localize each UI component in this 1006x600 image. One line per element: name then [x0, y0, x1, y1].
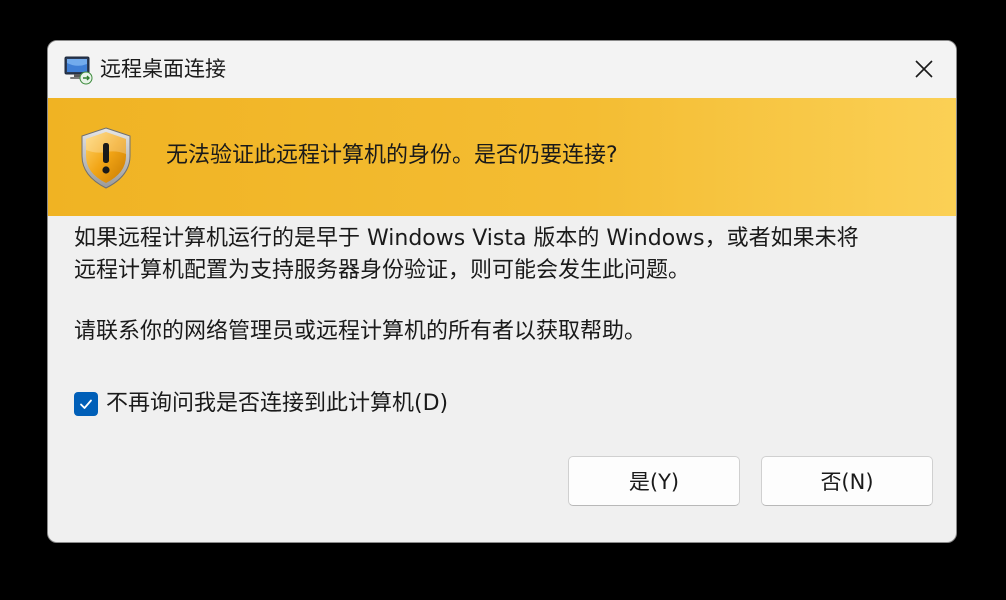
warning-banner: 无法验证此远程计算机的身份。是否仍要连接? [48, 98, 956, 216]
explanation-line-1: 如果远程计算机运行的是早于 Windows Vista 版本的 Windows，… [74, 226, 859, 251]
window-title: 远程桌面连接 [100, 57, 226, 81]
warning-shield-icon [78, 126, 134, 190]
remote-desktop-icon [62, 54, 94, 86]
dont-ask-again-option[interactable]: 不再询问我是否连接到此计算机(D) [74, 389, 448, 419]
no-button[interactable]: 否(N) [761, 456, 933, 506]
help-paragraph: 请联系你的网络管理员或远程计算机的所有者以获取帮助。 [74, 319, 647, 344]
dont-ask-again-label: 不再询问我是否连接到此计算机(D) [106, 391, 449, 416]
checkmark-icon [80, 399, 92, 409]
rdp-certificate-dialog: 远程桌面连接 无法验证此远程计算机的身份。是否仍要连接? 如果远程计算机运行的是… [47, 40, 957, 543]
yes-button[interactable]: 是(Y) [568, 456, 740, 506]
title-bar: 远程桌面连接 [48, 41, 956, 98]
close-button[interactable] [902, 49, 946, 89]
close-icon [915, 60, 933, 78]
warning-message: 无法验证此远程计算机的身份。是否仍要连接? [166, 143, 618, 168]
explanation-line-2: 远程计算机配置为支持服务器身份验证，则可能会发生此问题。 [74, 258, 691, 283]
dont-ask-again-checkbox[interactable] [74, 392, 98, 416]
explanation-paragraph: 如果远程计算机运行的是早于 Windows Vista 版本的 Windows，… [74, 223, 934, 287]
